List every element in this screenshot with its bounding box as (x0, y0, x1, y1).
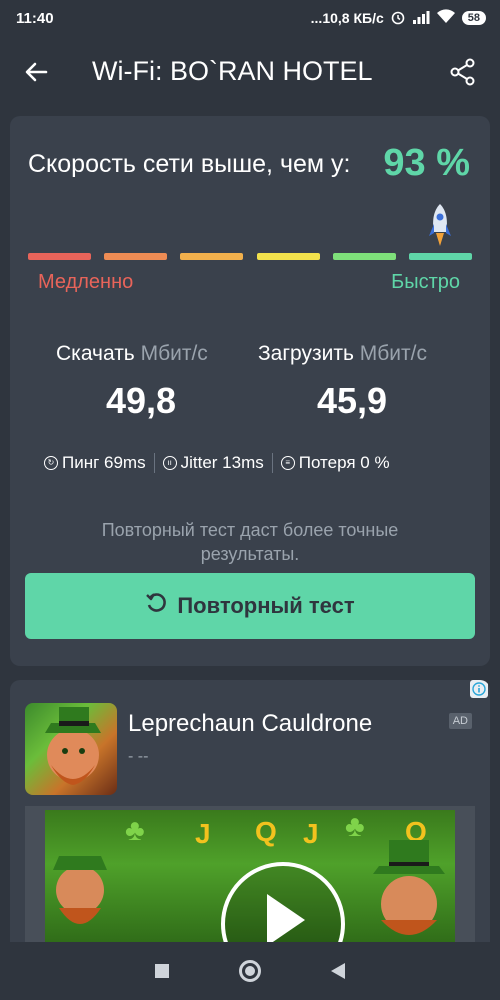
page-title: Wi-Fi: BO`RAN HOTEL (92, 56, 373, 86)
jitter-icon: ıı (162, 456, 177, 470)
share-icon[interactable] (450, 58, 476, 86)
download-unit: Мбит/с (140, 342, 208, 365)
clover-icon: ♣ (125, 814, 145, 847)
retest-button[interactable]: Повторный тест (25, 573, 475, 639)
ping-icon: ↻ (44, 456, 58, 470)
download-label-text: Скачать (56, 342, 135, 365)
slot-symbol: J (195, 818, 211, 849)
play-button[interactable] (221, 862, 345, 942)
speed-scale (28, 253, 472, 260)
ad-app-icon[interactable] (25, 703, 117, 795)
refresh-icon (145, 592, 167, 620)
slot-symbol: J (303, 818, 319, 849)
divider (153, 453, 155, 473)
scale-segment (104, 253, 168, 260)
upload-value: 45,9 (317, 380, 388, 421)
fast-label: Быстро (391, 271, 460, 293)
upload-unit: Мбит/с (359, 342, 427, 365)
speed-result-card: Скорость сети выше, чем у: 93 % Медленно… (10, 116, 490, 666)
alarm-icon (390, 9, 406, 28)
status-time: 11:40 (16, 9, 54, 27)
ad-card[interactable]: Leprechaun Cauldrone - -- AD ♣ ♣ J Q J Q (10, 680, 490, 942)
ping-stat: ↻ Пинг 69ms (44, 453, 146, 473)
home-icon[interactable] (239, 960, 261, 982)
scale-segment (180, 253, 244, 260)
leprechaun-figure (53, 856, 107, 924)
system-nav-bar (0, 942, 500, 1000)
slot-symbol: Q (255, 816, 277, 847)
ping-value: Пинг 69ms (62, 453, 146, 472)
scale-segment (28, 253, 91, 260)
ad-media-frame: ♣ ♣ J Q J Q (25, 806, 475, 942)
loss-value: Потеря 0 % (298, 453, 390, 472)
divider (271, 453, 273, 473)
leprechaun-figure (373, 840, 445, 935)
rocket-icon (427, 202, 453, 250)
nav-back-icon[interactable] (331, 963, 345, 979)
ad-title[interactable]: Leprechaun Cauldrone (128, 710, 372, 738)
download-label: Скачать Мбит/с (56, 342, 208, 366)
retest-button-label: Повторный тест (177, 593, 355, 618)
recent-apps-icon[interactable] (155, 964, 169, 978)
ad-info-icon[interactable] (470, 680, 488, 698)
ad-subtitle: - -- (128, 748, 149, 765)
signal-icon (412, 10, 430, 27)
jitter-value: Jitter 13ms (180, 453, 264, 472)
retest-hint: Повторный тест даст более точные результ… (101, 520, 399, 564)
ad-video-preview[interactable]: ♣ ♣ J Q J Q (45, 810, 455, 942)
ad-badge: AD (448, 713, 472, 729)
scale-segment (408, 253, 472, 260)
loss-stat: ≡ Потеря 0 % (280, 453, 390, 473)
packet-loss-icon: ≡ (280, 456, 295, 470)
wifi-icon (436, 9, 456, 27)
upload-label: Загрузить Мбит/с (258, 342, 427, 366)
status-icons: ...10,8 КБ/с 58 (311, 9, 486, 28)
slow-label: Медленно (38, 271, 134, 293)
network-stats: ↻ Пинг 69ms ıı Jitter 13ms ≡ Потеря 0 % (44, 453, 390, 473)
app-bar: Wi-Fi: BO`RAN HOTEL (0, 36, 500, 110)
scale-segment (256, 253, 320, 260)
upload-label-text: Загрузить (258, 342, 354, 365)
arrow-back-icon[interactable] (22, 58, 50, 86)
battery-icon: 58 (461, 11, 486, 25)
percentile-headline: Скорость сети выше, чем у: (28, 150, 351, 178)
percentile-value: 93 % (383, 142, 470, 184)
jitter-stat: ıı Jitter 13ms (162, 453, 264, 473)
scale-segment (332, 253, 396, 260)
download-value: 49,8 (106, 380, 177, 421)
clover-icon: ♣ (345, 810, 365, 843)
status-bar: 11:40 ...10,8 КБ/с 58 (0, 0, 500, 36)
network-speed: ...10,8 КБ/с (310, 10, 384, 26)
